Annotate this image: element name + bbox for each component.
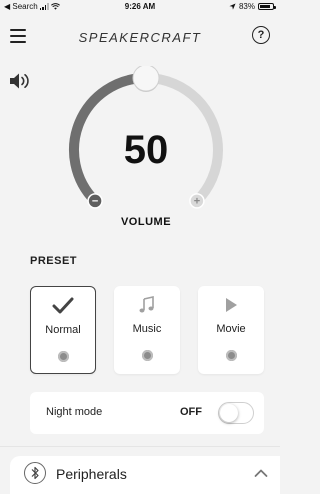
speaker-volume-icon[interactable] xyxy=(9,72,31,90)
preset-indicator-dot xyxy=(57,351,69,362)
status-bar: ◀ Search 9:26 AM 83% xyxy=(0,0,280,14)
volume-dial[interactable]: − + 50 VOLUME xyxy=(56,66,236,231)
night-mode-state: OFF xyxy=(180,406,202,418)
volume-label: VOLUME xyxy=(120,216,172,228)
preset-name: Music xyxy=(132,323,162,335)
help-button[interactable]: ? xyxy=(252,26,270,44)
night-mode-toggle[interactable] xyxy=(218,402,254,424)
chevron-up-icon[interactable] xyxy=(254,468,268,478)
preset-indicator-dot xyxy=(141,350,153,361)
peripherals-panel[interactable]: Peripherals xyxy=(10,456,280,494)
toggle-knob[interactable] xyxy=(220,404,238,422)
plus-icon: + xyxy=(194,195,200,207)
peripherals-label: Peripherals xyxy=(56,466,127,482)
minus-icon: − xyxy=(92,195,98,207)
brand-logo: SPEAKERCRAFT xyxy=(78,30,202,45)
preset-heading: PRESET xyxy=(30,255,78,267)
night-mode-row: Night mode OFF xyxy=(30,392,264,434)
volume-knob[interactable] xyxy=(132,66,160,92)
divider xyxy=(0,446,280,447)
preset-movie-card[interactable]: Movie xyxy=(198,286,264,374)
night-mode-label: Night mode xyxy=(46,406,103,418)
play-icon xyxy=(198,294,264,316)
preset-indicator-dot xyxy=(225,350,237,361)
music-note-icon xyxy=(114,294,180,316)
bluetooth-icon xyxy=(24,462,46,484)
battery-percent: 83% xyxy=(238,2,255,11)
preset-name: Normal xyxy=(45,324,81,336)
battery-icon xyxy=(258,3,276,10)
volume-value: 50 xyxy=(123,128,169,172)
app-bar: SPEAKERCRAFT ? xyxy=(0,22,280,52)
status-right: 83% xyxy=(229,2,276,11)
location-arrow-icon xyxy=(229,3,236,10)
preset-music-card[interactable]: Music xyxy=(114,286,180,374)
preset-normal-card[interactable]: Normal xyxy=(30,286,96,374)
preset-name: Movie xyxy=(216,323,246,335)
checkmark-icon xyxy=(31,295,95,317)
